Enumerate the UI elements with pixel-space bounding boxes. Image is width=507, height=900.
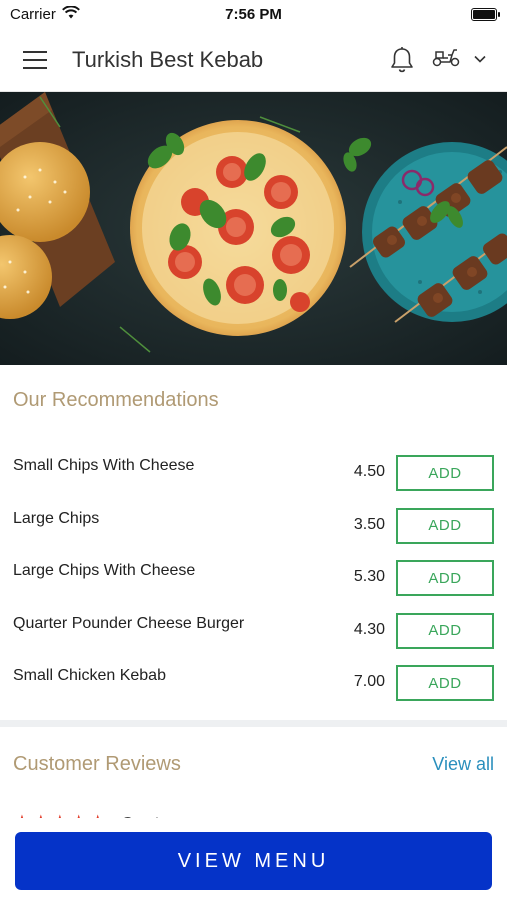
item-name: Large Chips With Cheese	[13, 562, 196, 579]
wifi-icon	[61, 4, 80, 23]
add-button[interactable]: ADD	[396, 455, 494, 491]
scooter-icon	[431, 46, 461, 73]
section-divider	[0, 720, 507, 727]
battery-icon	[471, 7, 500, 21]
page-title: Turkish Best Kebab	[72, 46, 264, 72]
header-actions	[389, 46, 487, 74]
add-button[interactable]: ADD	[396, 665, 494, 701]
item-price: 3.50	[353, 515, 385, 533]
item-price: 4.50	[353, 463, 385, 480]
add-button[interactable]: ADD	[396, 612, 494, 649]
hamburger-menu-icon[interactable]	[20, 49, 50, 71]
item-price: 5.30	[353, 568, 385, 585]
view-all-reviews-link[interactable]: View all	[432, 754, 494, 775]
item-price: 4.30	[353, 620, 385, 638]
item-name: Large Chips	[13, 509, 100, 527]
add-button[interactable]: ADD	[396, 507, 494, 544]
bell-icon[interactable]	[389, 46, 415, 74]
list-item: Small Chicken Kebab 7.00 ADD	[0, 656, 507, 709]
list-item: Large Chips With Cheese 5.30 ADD	[0, 551, 507, 604]
carrier-label: Carrier	[10, 5, 56, 23]
item-price: 7.00	[353, 673, 385, 690]
item-name: Small Chicken Kebab	[13, 667, 166, 684]
app-header: Turkish Best Kebab	[0, 28, 507, 92]
list-item: Quarter Pounder Cheese Burger 4.30 ADD	[0, 604, 507, 657]
hero-banner-image	[0, 92, 507, 365]
recommendations-title: Our Recommendations	[13, 389, 219, 411]
delivery-mode-selector[interactable]	[431, 46, 487, 73]
list-item: Large Chips 3.50 ADD	[0, 499, 507, 552]
view-menu-button[interactable]: VIEW MENU	[15, 832, 492, 890]
status-bar: Carrier 7:56 PM	[0, 0, 507, 28]
reviews-title: Customer Reviews	[13, 753, 181, 775]
add-button[interactable]: ADD	[396, 560, 494, 596]
item-name: Small Chips With Cheese	[13, 457, 195, 474]
status-left: Carrier	[10, 4, 80, 23]
list-item: Small Chips With Cheese 4.50 ADD	[0, 446, 507, 499]
chevron-down-icon	[473, 51, 487, 69]
item-name: Quarter Pounder Cheese Burger	[13, 614, 245, 632]
recommendations-list: Small Chips With Cheese 4.50 ADD Large C…	[0, 446, 507, 709]
